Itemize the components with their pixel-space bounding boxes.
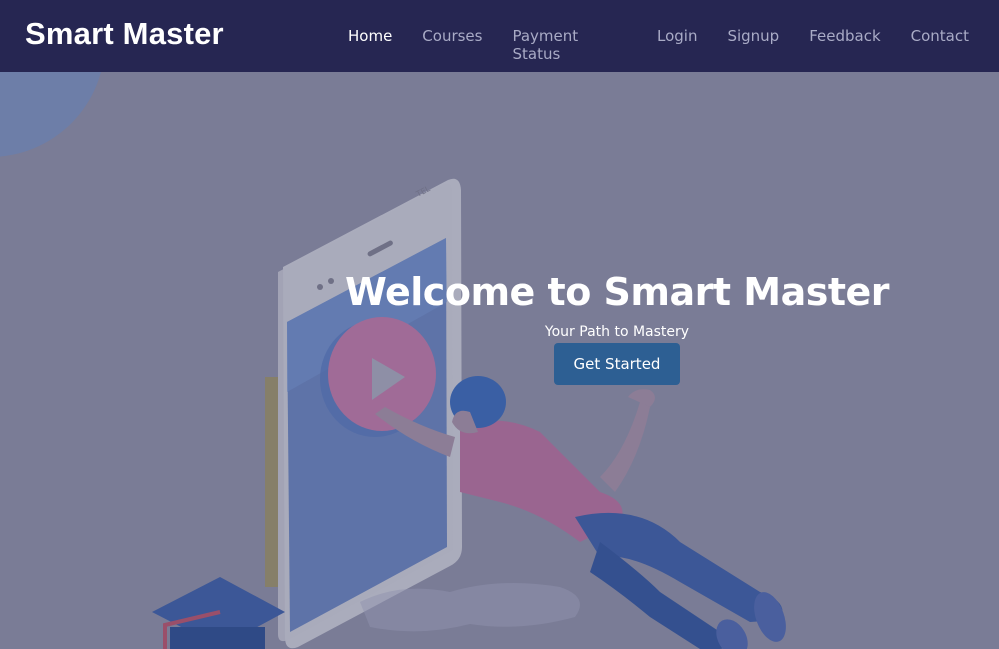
hero-section: TEL Welcome to Smart Master Your Path to… [0, 72, 999, 649]
nav-link-login[interactable]: Login [657, 27, 697, 63]
navbar: Smart Master Home Courses Payment Status… [0, 0, 999, 72]
nav-link-signup[interactable]: Signup [727, 27, 779, 63]
hero-title: Welcome to Smart Master [344, 270, 890, 314]
nav-link-payment-status[interactable]: Payment Status [512, 27, 627, 63]
hero-subtitle: Your Path to Mastery [544, 324, 690, 340]
nav-link-feedback[interactable]: Feedback [809, 27, 880, 63]
brand-logo-link[interactable]: Smart Master [25, 16, 224, 52]
get-started-button[interactable]: Get Started [553, 343, 681, 385]
nav-link-home[interactable]: Home [348, 27, 392, 63]
main-nav: Home Courses Payment Status Login Signup… [348, 27, 999, 63]
nav-link-contact[interactable]: Contact [911, 27, 969, 63]
hero-content: Welcome to Smart Master Your Path to Mas… [0, 270, 999, 385]
nav-link-courses[interactable]: Courses [422, 27, 482, 63]
